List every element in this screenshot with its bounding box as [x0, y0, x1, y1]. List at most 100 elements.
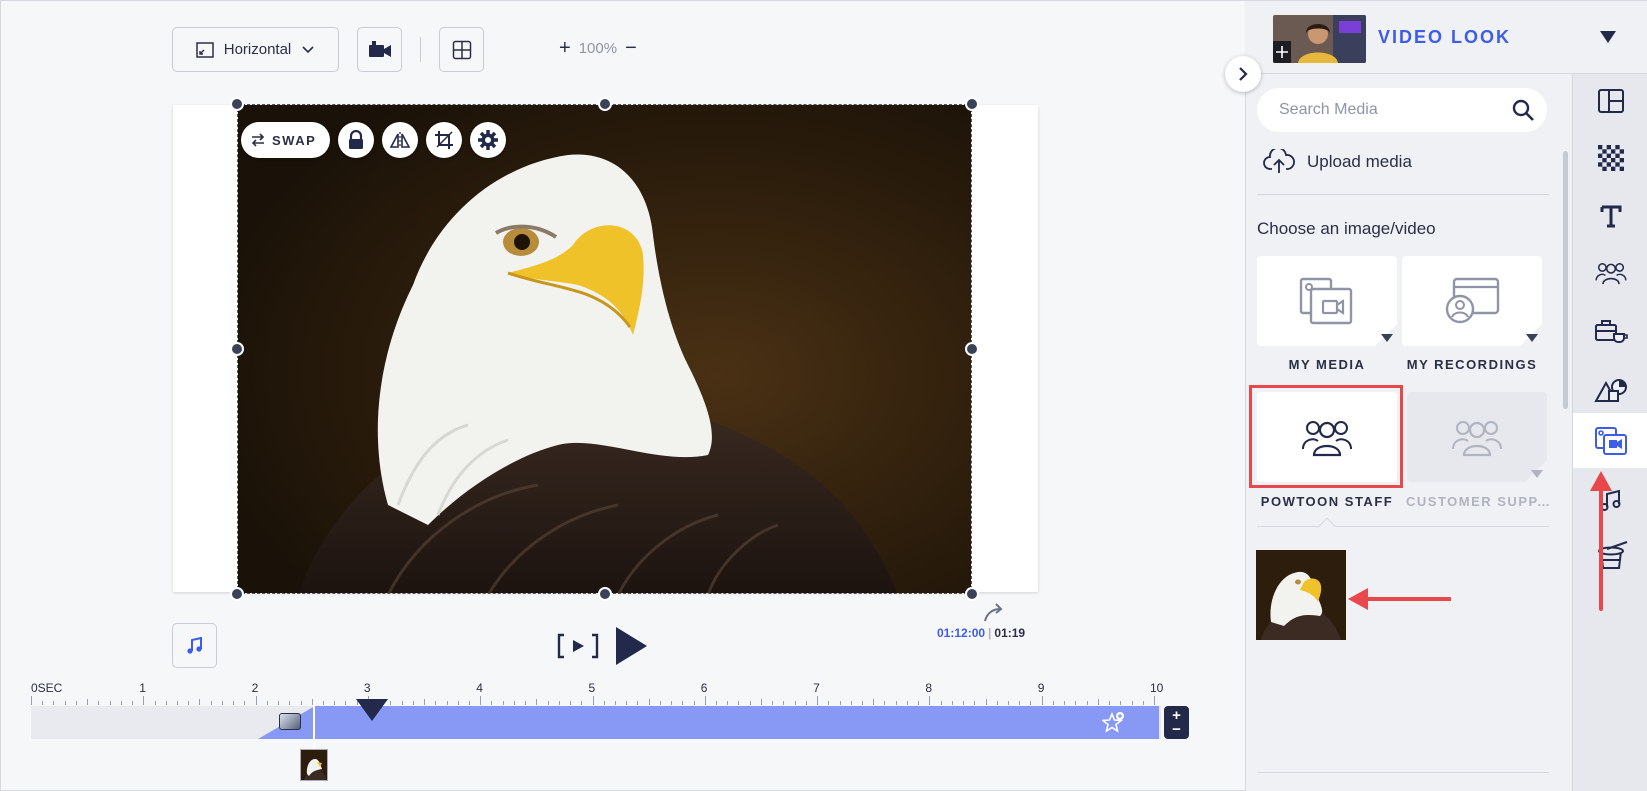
ruler-tick — [244, 701, 246, 705]
settings-button[interactable] — [470, 122, 507, 158]
ruler-tick — [1109, 701, 1111, 705]
rail-text[interactable] — [1573, 188, 1647, 243]
media-icon — [1594, 426, 1627, 455]
rail-media[interactable] — [1573, 413, 1647, 468]
ruler-tick — [626, 701, 628, 705]
camera-button[interactable] — [357, 27, 402, 72]
add-effect-star-icon[interactable] — [1102, 711, 1126, 735]
search-input[interactable] — [1279, 101, 1511, 119]
characters-icon — [1594, 262, 1627, 284]
rail-backgrounds[interactable] — [1573, 130, 1647, 185]
orientation-dropdown[interactable]: Horizontal — [172, 27, 339, 72]
flip-icon — [389, 132, 411, 148]
my-media-tile[interactable] — [1257, 256, 1397, 346]
upload-label: Upload media — [1307, 152, 1412, 171]
crop-button[interactable] — [426, 122, 463, 158]
rail-characters[interactable] — [1573, 245, 1647, 300]
caret-down-icon[interactable] — [1381, 334, 1393, 342]
ruler-tick — [266, 701, 268, 705]
resize-handle-bottom-left[interactable] — [230, 587, 244, 601]
divider — [1257, 772, 1549, 773]
ruler-tick — [862, 701, 864, 705]
ruler-tick — [457, 701, 459, 705]
resize-handle-bottom-right[interactable] — [965, 587, 979, 601]
chevron-right-icon — [1239, 67, 1248, 81]
ruler-tick — [603, 701, 605, 705]
ruler-tick — [412, 701, 414, 705]
video-look-thumbnail[interactable] — [1273, 15, 1366, 63]
ruler-tick — [704, 696, 706, 705]
media-result-eagle[interactable] — [1256, 550, 1346, 640]
flip-button[interactable] — [382, 122, 419, 158]
rail-shapes[interactable] — [1573, 361, 1647, 416]
scene-clip-bar[interactable] — [315, 706, 1159, 739]
ruler-tick — [783, 701, 785, 705]
group-people-icon — [1452, 421, 1502, 457]
lock-button[interactable] — [338, 122, 375, 158]
playhead-marker[interactable] — [355, 698, 389, 722]
eagle-image[interactable] — [237, 104, 972, 594]
ruler-tick — [1075, 701, 1077, 705]
resize-handle-top-left[interactable] — [230, 97, 244, 111]
resize-handle-right[interactable] — [965, 342, 979, 356]
ruler-tick — [1041, 696, 1043, 705]
transition-icon[interactable] — [279, 713, 301, 730]
ruler-label: 1 — [139, 681, 146, 695]
zoom-in-button[interactable]: + — [559, 38, 571, 58]
ruler-tick — [255, 696, 257, 705]
customer-support-tile[interactable] — [1407, 392, 1547, 482]
resize-handle-bottom[interactable] — [598, 587, 612, 601]
ruler-tick — [154, 701, 156, 705]
timeline-zoom-out[interactable]: − — [1172, 722, 1181, 737]
timeline-ruler[interactable]: 0SEC 1 2 3 4 5 6 7 8 9 10 — [31, 681, 1163, 705]
ruler-tick — [401, 701, 403, 705]
search-box[interactable] — [1257, 88, 1547, 132]
ruler-tick — [1008, 701, 1009, 705]
video-look-preview — [1273, 15, 1366, 63]
rail-props[interactable] — [1573, 303, 1647, 358]
play-icon[interactable] — [613, 625, 649, 667]
collapse-panel-button[interactable] — [1225, 56, 1261, 92]
ruler-label: 2 — [251, 681, 259, 695]
zoom-control: + 100% − — [559, 38, 637, 58]
caret-down-icon[interactable] — [1526, 334, 1538, 342]
ruler-tick — [132, 701, 134, 705]
video-camera-icon — [368, 40, 391, 57]
ruler-tick — [918, 701, 920, 705]
ruler-tick — [1142, 701, 1144, 705]
clip-thumbnail[interactable] — [300, 749, 328, 781]
rotate-icon[interactable] — [981, 601, 1005, 625]
ruler-tick — [143, 696, 145, 705]
upload-media-button[interactable]: Upload media — [1263, 149, 1412, 175]
panel-scrollbar[interactable] — [1563, 151, 1568, 409]
recording-icon — [1445, 277, 1500, 324]
ruler-tick — [221, 701, 223, 705]
ruler-tick — [64, 701, 66, 705]
resize-handle-left[interactable] — [230, 342, 244, 356]
lock-icon — [349, 130, 364, 149]
resize-handle-top-right[interactable] — [965, 97, 979, 111]
rail-layouts[interactable] — [1573, 73, 1647, 128]
caret-down-icon[interactable] — [1599, 30, 1617, 44]
search-icon[interactable] — [1511, 98, 1535, 122]
checker-pattern-icon — [1597, 144, 1624, 171]
clip-start-marker[interactable] — [313, 701, 315, 749]
play-scene-icon[interactable] — [557, 633, 599, 659]
eagle-illustration — [238, 105, 971, 593]
swap-arrows-icon — [251, 133, 265, 147]
grid-button[interactable] — [439, 27, 484, 72]
my-recordings-tile[interactable] — [1402, 256, 1542, 346]
resize-handle-top[interactable] — [598, 97, 612, 111]
caret-down-icon[interactable] — [1531, 470, 1543, 478]
ruler-tick — [1154, 696, 1155, 705]
ruler-tick — [817, 696, 819, 705]
ruler-tick — [682, 701, 684, 705]
swap-button[interactable]: SWAP — [241, 122, 331, 158]
timeline-zoom-control[interactable]: + − — [1164, 706, 1189, 739]
time-separator: | — [988, 626, 992, 640]
gear-icon — [478, 130, 499, 150]
zoom-out-button[interactable]: − — [625, 38, 637, 58]
chevron-down-icon — [302, 45, 314, 53]
music-button[interactable] — [172, 623, 217, 668]
ruler-tick — [120, 701, 122, 705]
